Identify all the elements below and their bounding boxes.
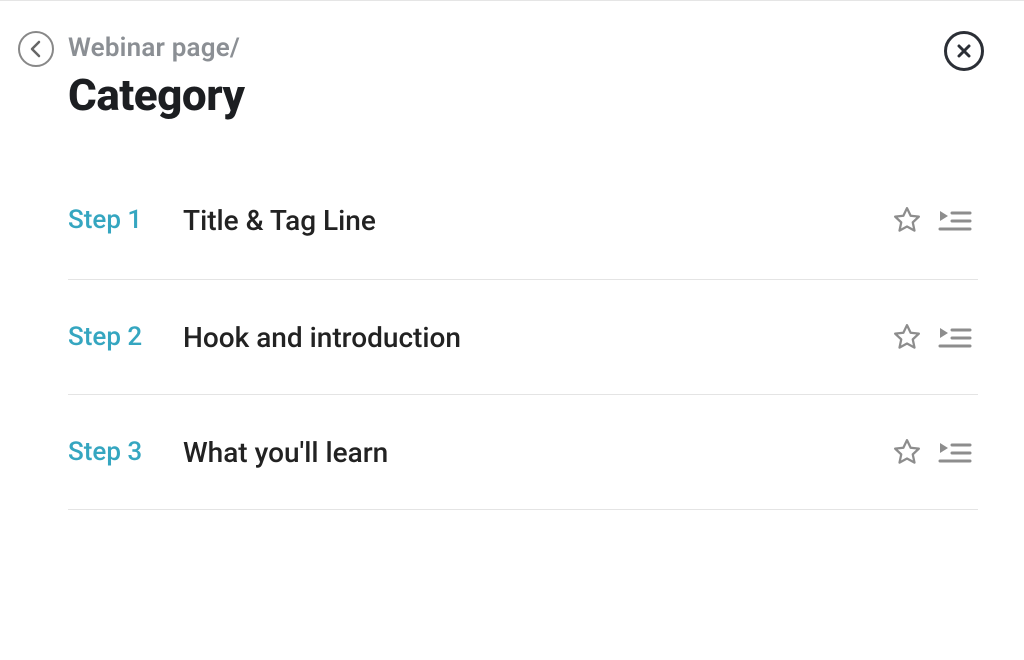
chevron-left-icon: [29, 40, 43, 58]
favorite-button[interactable]: [890, 203, 924, 237]
breadcrumb: Webinar page/: [68, 33, 978, 63]
step-actions: [890, 435, 978, 469]
favorite-button[interactable]: [890, 320, 924, 354]
step-row[interactable]: Step 3 What you'll learn: [68, 395, 978, 510]
favorite-button[interactable]: [890, 435, 924, 469]
page-title: Category: [68, 69, 978, 121]
close-button[interactable]: [944, 31, 984, 71]
step-row[interactable]: Step 1 Title & Tag Line: [68, 203, 978, 280]
star-icon: [892, 205, 922, 235]
play-list-icon: [938, 324, 972, 350]
steps-menu-button[interactable]: [938, 435, 972, 469]
steps-menu-button[interactable]: [938, 203, 972, 237]
star-icon: [892, 437, 922, 467]
page-header: Webinar page/ Category: [68, 33, 978, 121]
star-icon: [892, 322, 922, 352]
step-title: Hook and introduction: [183, 321, 890, 354]
step-row[interactable]: Step 2 Hook and introduction: [68, 280, 978, 395]
step-label: Step 3: [68, 437, 183, 467]
step-title: Title & Tag Line: [183, 204, 890, 237]
step-label: Step 2: [68, 322, 183, 352]
steps-menu-button[interactable]: [938, 320, 972, 354]
close-icon: [957, 44, 971, 58]
play-list-icon: [938, 207, 972, 233]
steps-list: Step 1 Title & Tag Line: [68, 203, 978, 510]
step-label: Step 1: [68, 205, 183, 235]
play-list-icon: [938, 439, 972, 465]
step-actions: [890, 203, 978, 237]
back-button[interactable]: [18, 31, 54, 67]
step-actions: [890, 320, 978, 354]
step-title: What you'll learn: [183, 436, 890, 469]
